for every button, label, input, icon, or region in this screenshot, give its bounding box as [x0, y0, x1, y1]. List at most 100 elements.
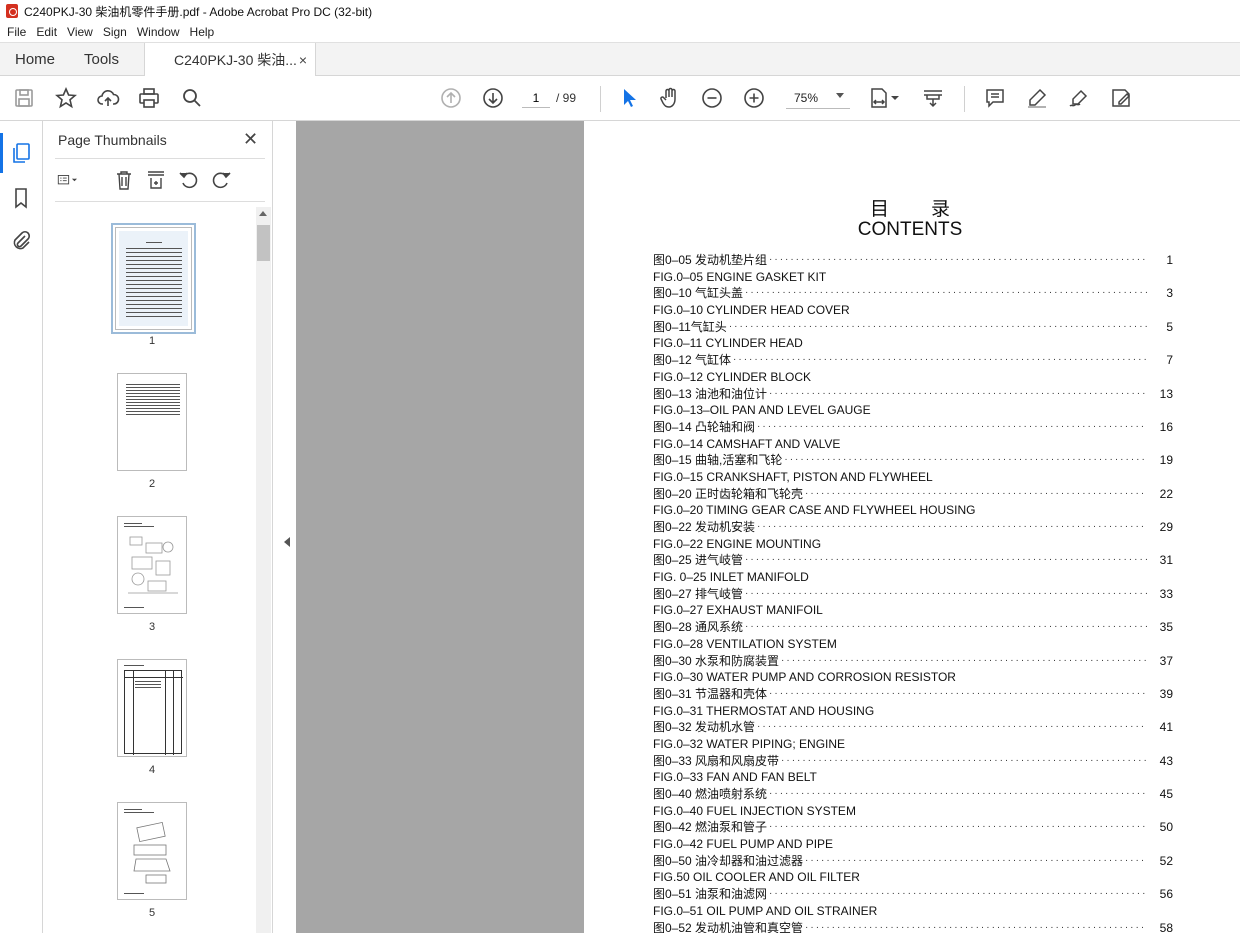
toc-entry-cn[interactable]: 图0–31 节温器和壳体 ····························… [653, 686, 1173, 703]
thumbnail-page-2[interactable] [117, 373, 187, 471]
toc-entry-en[interactable]: FIG.0–22 ENGINE MOUNTING [653, 536, 1173, 553]
toc-entry-cn[interactable]: 图0–30 水泵和防腐装置 ···························… [653, 653, 1173, 670]
toc-entry-cn[interactable]: 图0–42 燃油泵和管子 ····························… [653, 819, 1173, 836]
sign-pen-icon[interactable] [1066, 85, 1092, 111]
toc-entry-en[interactable]: FIG.0–20 TIMING GEAR CASE AND FLYWHEEL H… [653, 502, 1173, 519]
bookmark-icon[interactable] [9, 186, 33, 210]
close-panel-icon[interactable]: ✕ [243, 129, 258, 150]
options-menu-icon[interactable] [57, 169, 91, 191]
toc-leader-dots: ········································… [733, 354, 1147, 366]
toc-entry-en[interactable]: FIG.0–42 FUEL PUMP AND PIPE [653, 836, 1173, 853]
close-tab-icon[interactable]: × [299, 52, 307, 68]
document-viewport[interactable]: 目录 CONTENTS 图0–05 发动机垫片组 ················… [273, 121, 1240, 933]
toc-entry-en[interactable]: FIG.0–51 OIL PUMP AND OIL STRAINER [653, 903, 1173, 920]
toc-entry-cn[interactable]: 图0–20 正时齿轮箱和飞轮壳 ························… [653, 486, 1173, 503]
toc-entry-cn[interactable]: 图0–22 发动机安装 ·····························… [653, 519, 1173, 536]
toc-entry-cn[interactable]: 图0–25 进气岐管 ······························… [653, 552, 1173, 569]
tab-document[interactable]: C240PKJ-30 柴油... × [144, 43, 316, 77]
table-thumbnail [124, 670, 183, 755]
toc-page-number: 45 [1159, 787, 1173, 801]
scroll-mode-icon[interactable] [920, 85, 946, 111]
toc-entry-cn[interactable]: 图0–10 气缸头盖 ······························… [653, 285, 1173, 302]
fill-sign-icon[interactable] [1108, 85, 1134, 111]
toc-entry-cn[interactable]: 图0–05 发动机垫片组 ····························… [653, 252, 1173, 269]
toc-entry-cn[interactable]: 图0–28 通风系统 ······························… [653, 619, 1173, 636]
star-icon[interactable] [53, 85, 79, 111]
toc-entry-en[interactable]: FIG.0–33 FAN AND FAN BELT [653, 769, 1173, 786]
toc-entry-title: 图0–12 气缸体 [653, 353, 732, 368]
toc-entry-en[interactable]: FIG.0–28 VENTILATION SYSTEM [653, 636, 1173, 653]
toc-entry-cn[interactable]: 图0–40 燃油喷射系统 ····························… [653, 786, 1173, 803]
scrollbar-thumb[interactable] [257, 225, 270, 261]
toc-entry-en[interactable]: FIG.0–40 FUEL INJECTION SYSTEM [653, 803, 1173, 820]
toc-entry-en[interactable]: FIG.0–32 WATER PIPING; ENGINE [653, 736, 1173, 753]
fit-page-dropdown-icon[interactable] [889, 85, 901, 111]
tab-bar: Home Tools C240PKJ-30 柴油... × [0, 42, 1240, 77]
toc-entry-cn[interactable]: 图0–52 发动机油管和真空管 ························… [653, 920, 1173, 933]
toc-entry-en[interactable]: FIG.0–15 CRANKSHAFT, PISTON AND FLYWHEEL [653, 469, 1173, 486]
toc-entry-cn[interactable]: 图0–12 气缸体 ·······························… [653, 352, 1173, 369]
select-pointer-icon[interactable] [616, 85, 642, 111]
hand-tool-icon[interactable] [657, 85, 683, 111]
print-icon[interactable] [136, 85, 162, 111]
toc-entry-en[interactable]: FIG.0–11 CYLINDER HEAD [653, 335, 1173, 352]
toc-entry-title: 图0–13 油池和油位计 [653, 386, 768, 401]
zoom-select[interactable]: 75% [786, 87, 850, 109]
panel-collapse-strip[interactable] [273, 121, 296, 933]
save-icon[interactable] [11, 85, 37, 111]
toc-entry-en[interactable]: FIG.0–27 EXHAUST MANIFOIL [653, 602, 1173, 619]
toc-entry-title: 图0–31 节温器和壳体 [653, 686, 768, 701]
toc-entry-cn[interactable]: 图0–33 风扇和风扇皮带 ···························… [653, 753, 1173, 770]
toc-entry-en[interactable]: FIG.50 OIL COOLER AND OIL FILTER [653, 869, 1173, 886]
upload-cloud-icon[interactable] [95, 85, 121, 111]
menu-window[interactable]: Window [132, 25, 185, 39]
rotate-left-icon[interactable] [178, 169, 200, 191]
zoom-out-icon[interactable] [699, 85, 725, 111]
toc-entry-cn[interactable]: 图0–15 曲轴,活塞和飞轮 ·························… [653, 452, 1173, 469]
toc-entry-title: 图0–10 气缸头盖 [653, 286, 744, 301]
page-down-icon[interactable] [480, 85, 506, 111]
attachment-icon[interactable] [9, 229, 33, 253]
toc-entry-en[interactable]: FIG.0–13–OIL PAN AND LEVEL GAUGE [653, 402, 1173, 419]
scroll-up-arrow-icon[interactable] [259, 211, 267, 216]
toc-entry-en[interactable]: FIG.0–12 CYLINDER BLOCK [653, 369, 1173, 386]
zoom-in-icon[interactable] [741, 85, 767, 111]
collapse-panel-arrow-icon[interactable] [284, 537, 290, 547]
tab-tools[interactable]: Tools [84, 43, 119, 76]
menu-sign[interactable]: Sign [98, 25, 132, 39]
comment-icon[interactable] [982, 85, 1008, 111]
menu-edit[interactable]: Edit [31, 25, 62, 39]
toc-entry-cn[interactable]: 图0–14 凸轮轴和阀 ·····························… [653, 419, 1173, 436]
toc-entry-en[interactable]: FIG.0–05 ENGINE GASKET KIT [653, 269, 1173, 286]
page-up-icon[interactable] [438, 85, 464, 111]
thumbnail-page-1[interactable] [111, 223, 196, 334]
insert-page-icon[interactable] [145, 169, 167, 191]
menu-file[interactable]: File [2, 25, 31, 39]
toc-entry-cn[interactable]: 图0–27 排气岐管 ······························… [653, 586, 1173, 603]
toc-entry-cn[interactable]: 图0–32 发动机水管 ····························… [653, 719, 1173, 736]
tab-home[interactable]: Home [15, 43, 55, 76]
thumbnail-page-3[interactable] [117, 516, 187, 614]
toc-entry-en[interactable]: FIG. 0–25 INLET MANIFOLD [653, 569, 1173, 586]
toc-entry-cn[interactable]: 图0–50 油冷却器和油过滤器 ························… [653, 853, 1173, 870]
menu-view[interactable]: View [62, 25, 98, 39]
toc-entry-en[interactable]: FIG.0–10 CYLINDER HEAD COVER [653, 302, 1173, 319]
toc-entry-cn[interactable]: 图0–11气缸头 ·······························… [653, 319, 1173, 336]
delete-page-icon[interactable] [113, 169, 135, 191]
toc-entry-cn[interactable]: 图0–13 油池和油位计 ····························… [653, 386, 1173, 403]
rotate-right-icon[interactable] [210, 169, 232, 191]
thumbnail-scrollbar[interactable] [256, 207, 271, 933]
page-thumbnails-icon[interactable] [9, 141, 33, 165]
toc-entry-en[interactable]: FIG.0–31 THERMOSTAT AND HOUSING [653, 703, 1173, 720]
thumbnail-page-4[interactable] [117, 659, 187, 757]
menu-help[interactable]: Help [185, 25, 220, 39]
toc-entry-cn[interactable]: 图0–51 油泵和油滤网 ····························… [653, 886, 1173, 903]
window-title: C240PKJ-30 柴油机零件手册.pdf - Adobe Acrobat P… [24, 4, 373, 19]
toc-page-number: 29 [1159, 520, 1173, 534]
highlight-pen-icon[interactable] [1024, 85, 1050, 111]
toc-entry-en[interactable]: FIG.0–30 WATER PUMP AND CORROSION RESIST… [653, 669, 1173, 686]
toc-entry-en[interactable]: FIG.0–14 CAMSHAFT AND VALVE [653, 436, 1173, 453]
page-number-input[interactable] [522, 88, 550, 108]
search-icon[interactable] [179, 85, 205, 111]
thumbnail-page-5[interactable] [117, 802, 187, 900]
